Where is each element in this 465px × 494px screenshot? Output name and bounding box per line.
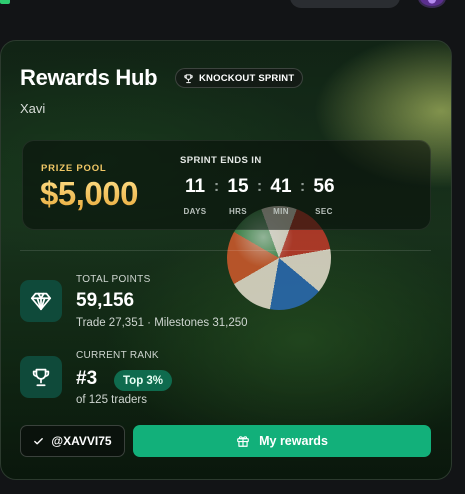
total-points-label: TOTAL POINTS xyxy=(76,274,151,285)
countdown-separator: : xyxy=(213,178,220,195)
countdown-unit: SEC xyxy=(315,207,333,216)
avatar[interactable] xyxy=(418,0,446,8)
page-title: Rewards Hub xyxy=(20,65,158,90)
diamond-icon xyxy=(30,292,52,311)
sprint-badge: KNOCKOUT SPRINT xyxy=(175,68,304,88)
countdown-days: 11 DAYS xyxy=(180,176,210,217)
points-breakdown: Trade 27,351 · Milestones 31,250 xyxy=(76,317,248,329)
total-points-value: 59,156 xyxy=(76,290,135,311)
rank-total-traders: of 125 traders xyxy=(76,394,147,406)
countdown-value: 41 xyxy=(270,176,292,197)
top-nav-button[interactable] xyxy=(290,0,400,8)
app-logo[interactable] xyxy=(0,0,10,4)
current-rank-label: CURRENT RANK xyxy=(76,350,159,361)
countdown-unit: DAYS xyxy=(183,207,207,216)
prize-panel: PRIZE POOL $5,000 SPRINT ENDS IN 11 DAYS… xyxy=(22,140,431,230)
my-rewards-label: My rewards xyxy=(259,434,328,448)
countdown-seconds: 56 SEC xyxy=(309,176,339,217)
rewards-hub-card: Rewards Hub KNOCKOUT SPRINT Xavi PRIZE P… xyxy=(0,40,452,480)
countdown-minutes: 41 MIN xyxy=(266,176,296,217)
gift-icon xyxy=(237,436,249,447)
rank-percentile-badge: Top 3% xyxy=(114,370,173,391)
countdown-value: 15 xyxy=(227,176,249,197)
countdown-separator: : xyxy=(256,178,263,195)
username: Xavi xyxy=(20,101,46,116)
sprint-ends-label: SPRINT ENDS IN xyxy=(180,155,262,166)
countdown-value: 56 xyxy=(313,176,335,197)
my-rewards-button[interactable]: My rewards xyxy=(133,425,431,457)
top-bar xyxy=(0,0,465,22)
rank-icon-tile xyxy=(20,356,62,398)
check-icon xyxy=(34,437,44,444)
handle-label: @XAVVI75 xyxy=(51,434,112,448)
current-rank-value: #3 xyxy=(76,368,98,389)
points-icon-tile xyxy=(20,280,62,322)
trophy-icon xyxy=(32,368,50,387)
countdown-unit: MIN xyxy=(273,207,289,216)
countdown-timer: 11 DAYS : 15 HRS : 41 MIN : 56 SEC xyxy=(180,176,339,217)
divider xyxy=(20,250,431,251)
countdown-separator: : xyxy=(299,178,306,195)
trophy-icon xyxy=(184,73,193,83)
countdown-unit: HRS xyxy=(228,207,248,216)
prize-pool-amount: $5,000 xyxy=(40,175,138,212)
countdown-value: 11 xyxy=(184,176,206,197)
sprint-badge-label: KNOCKOUT SPRINT xyxy=(199,72,295,84)
prize-pool-label: PRIZE POOL xyxy=(41,163,107,174)
handle-button[interactable]: @XAVVI75 xyxy=(20,425,125,457)
countdown-hours: 15 HRS xyxy=(223,176,253,217)
